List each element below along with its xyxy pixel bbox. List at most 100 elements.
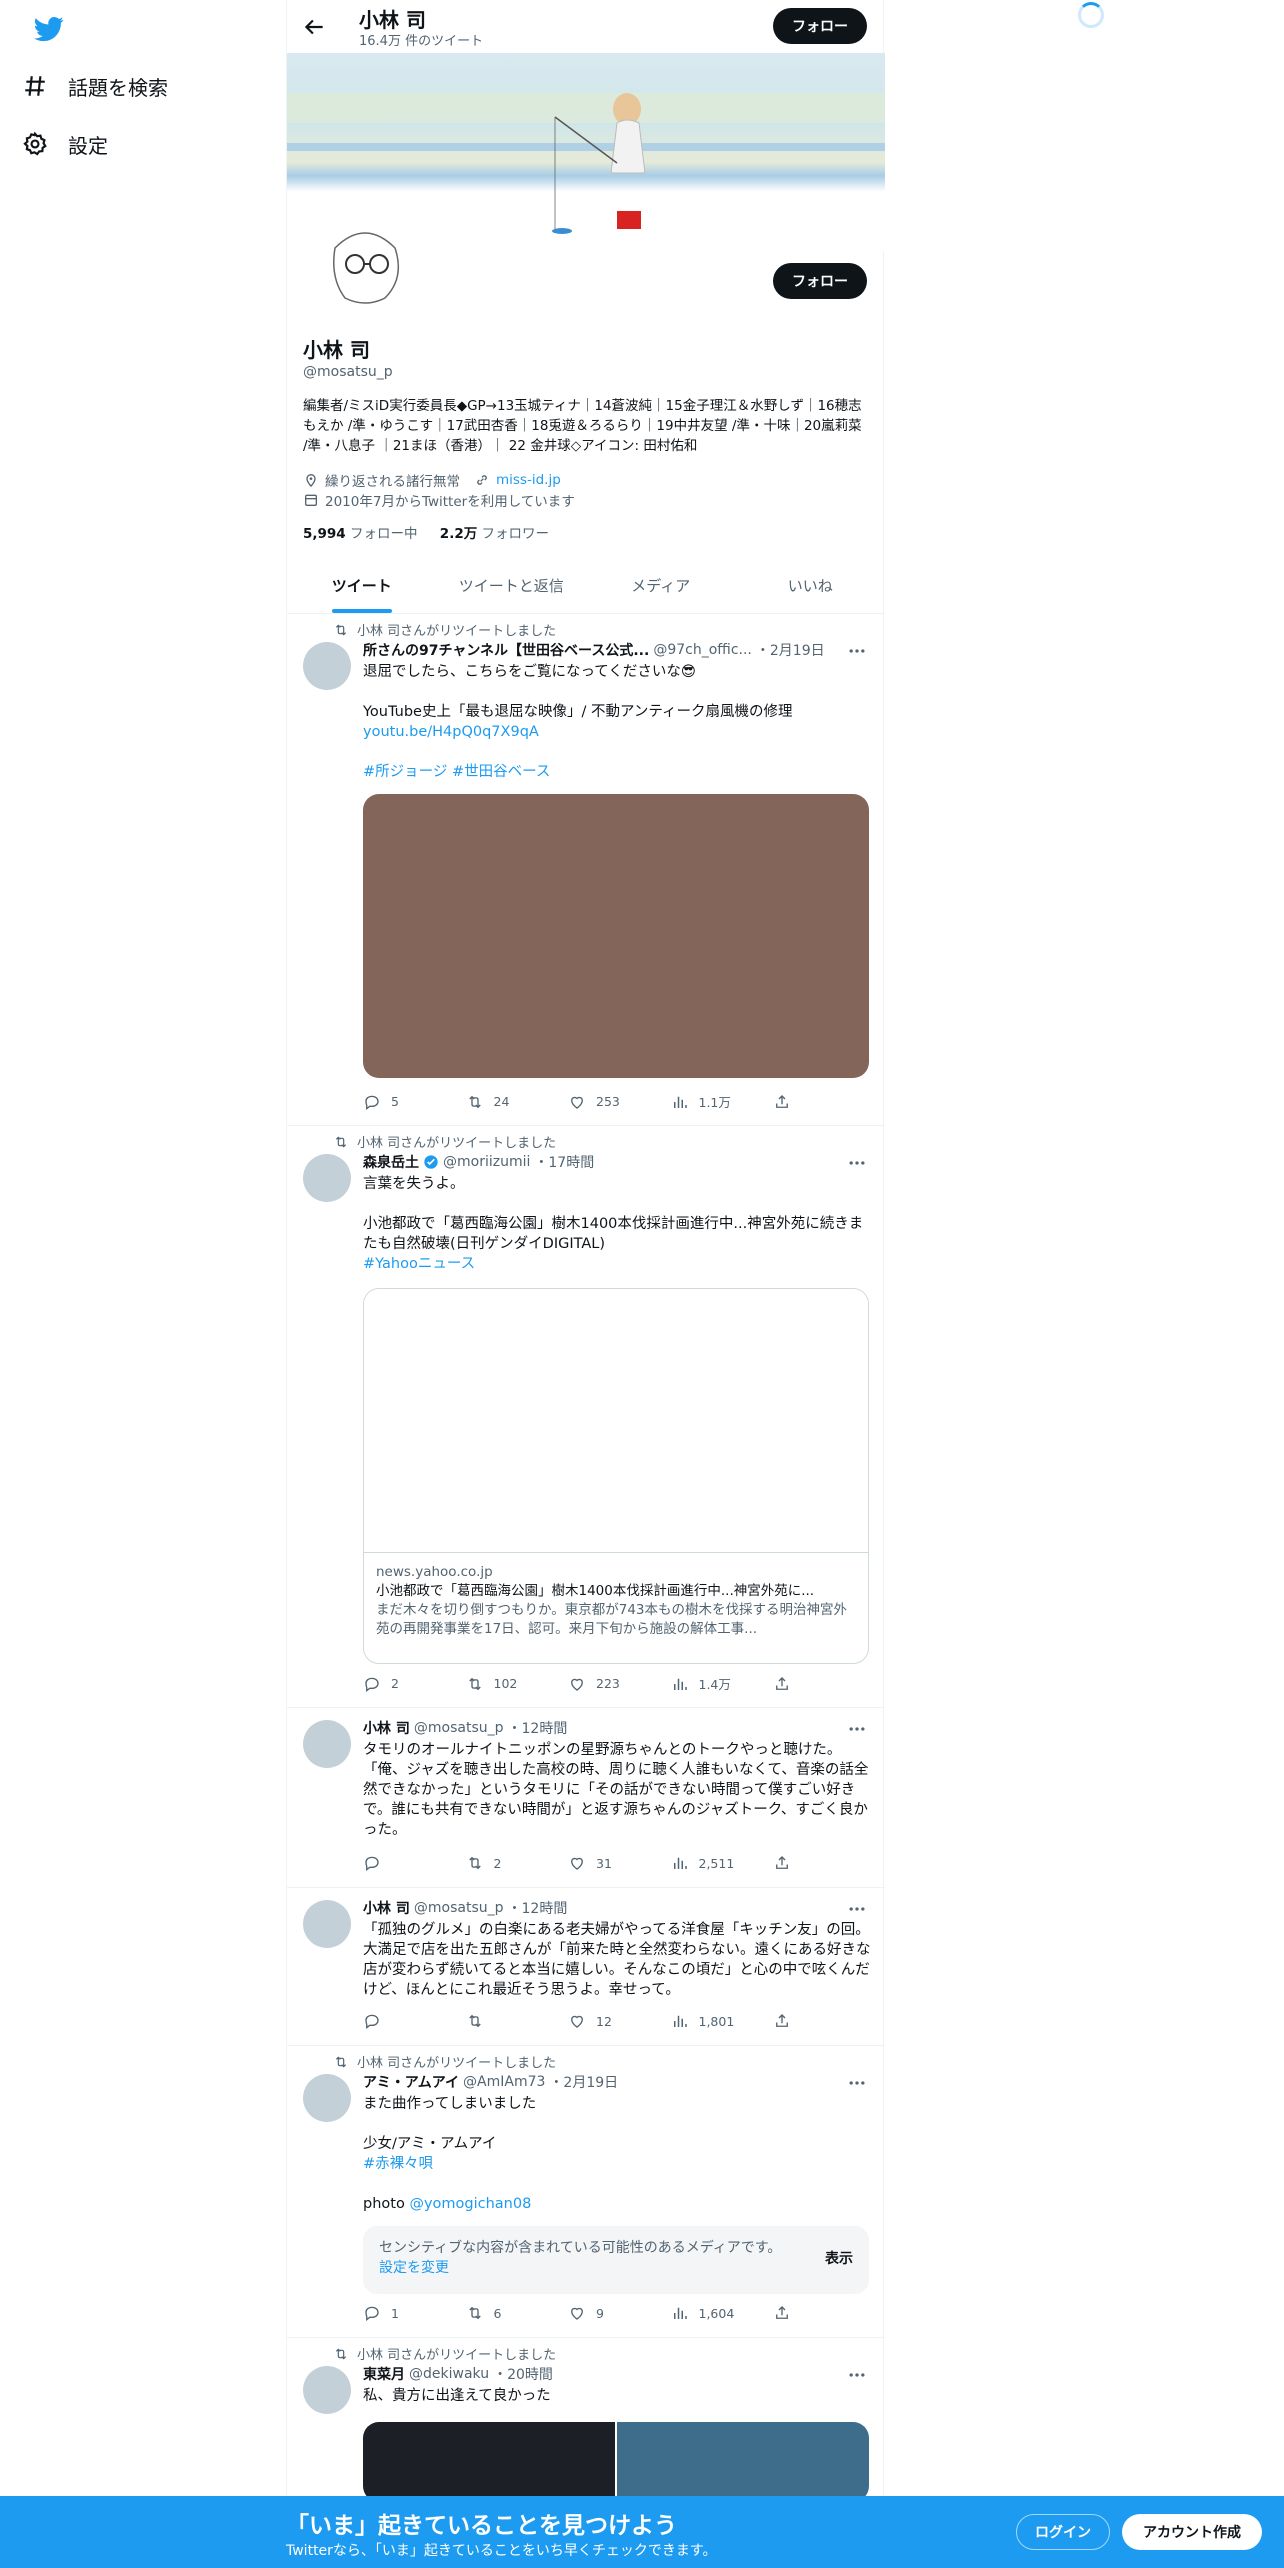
reply-button[interactable] — [363, 1854, 433, 1872]
tweet-author-name[interactable]: 所さんの97チャンネル【世田谷ベース公式... — [363, 640, 649, 660]
more-icon[interactable] — [847, 2365, 867, 2385]
tweet-author-handle[interactable]: @mosatsu_p — [414, 1720, 504, 1736]
tweet-time[interactable]: ・12時間 — [508, 1718, 568, 1738]
sensitive-media-notice: センシティブな内容が含まれている可能性のあるメディアです。設定を変更 表示 — [363, 2226, 869, 2294]
more-icon[interactable] — [847, 1153, 867, 1173]
signup-button[interactable]: アカウント作成 — [1122, 2514, 1262, 2550]
tweet-author-handle[interactable]: @moriizumii — [443, 1154, 530, 1170]
retweet-button[interactable]: 102 — [466, 1674, 536, 1693]
retweet-button[interactable]: 24 — [466, 1092, 536, 1111]
retweet-button[interactable]: 2 — [466, 1854, 536, 1872]
reply-button[interactable] — [363, 2012, 433, 2030]
tab-tweets[interactable]: ツイート — [287, 558, 437, 613]
share-button[interactable] — [773, 2012, 793, 2030]
tweet-time[interactable]: ・12時間 — [508, 1898, 568, 1918]
tweet-author-handle[interactable]: @dekiwaku — [409, 2366, 489, 2382]
media-image[interactable] — [617, 2422, 869, 2502]
followers-count: 2.2万 — [439, 526, 478, 542]
tweet[interactable]: 小林 司 @mosatsu_p ・12時間 タモリのオールナイトニッポンの星野源… — [287, 1708, 885, 1888]
avatar[interactable] — [303, 2366, 351, 2414]
tweet-author-name[interactable]: 小林 司 — [363, 1898, 410, 1918]
tweet-hashtags[interactable]: #Yahooニュース — [363, 1254, 871, 1274]
like-count: 12 — [596, 2013, 612, 2029]
more-icon[interactable] — [847, 2073, 867, 2093]
login-button[interactable]: ログイン — [1016, 2514, 1110, 2550]
reply-button[interactable]: 5 — [363, 1092, 433, 1111]
twitter-logo-icon[interactable] — [32, 14, 66, 44]
tweet[interactable]: 小林 司さんがリツイートしました 森泉岳土 @moriizumii ・17時間 … — [287, 1126, 885, 1708]
photo-credit-link[interactable]: @yomogichan08 — [409, 2196, 531, 2212]
views-button[interactable]: 1,604 — [671, 2304, 741, 2322]
share-button[interactable] — [773, 1854, 793, 1872]
avatar[interactable] — [303, 1154, 351, 1202]
tweet-author-name[interactable]: 小林 司 — [363, 1718, 410, 1738]
following-label: フォロー中 — [350, 526, 418, 542]
tweet-author-handle[interactable]: @mosatsu_p — [414, 1900, 504, 1916]
like-count: 31 — [596, 1855, 612, 1871]
retweet-button[interactable] — [466, 2012, 536, 2030]
share-button[interactable] — [773, 1674, 793, 1693]
tweet-author-name[interactable]: 東菜月 — [363, 2364, 405, 2384]
tweet-author-handle[interactable]: @AmIAm73 — [463, 2074, 545, 2090]
like-button[interactable]: 31 — [568, 1854, 638, 1872]
reply-button[interactable]: 1 — [363, 2304, 433, 2322]
avatar[interactable] — [303, 642, 351, 690]
avatar[interactable] — [303, 2074, 351, 2122]
views-button[interactable]: 1.4万 — [671, 1674, 741, 1693]
followers-link[interactable]: 2.2万 フォロワー — [440, 526, 549, 542]
avatar[interactable] — [303, 1900, 351, 1948]
tweet[interactable]: 小林 司さんがリツイートしました 東菜月 @dekiwaku ・20時間 私、貴… — [287, 2338, 885, 2502]
views-button[interactable]: 2,511 — [671, 1854, 741, 1872]
tweet-media-video[interactable] — [363, 794, 869, 1078]
share-button[interactable] — [773, 1092, 793, 1111]
tab-media[interactable]: メディア — [586, 558, 736, 613]
tweet-hashtags[interactable]: #所ジョージ #世田谷ベース — [363, 762, 871, 782]
media-image[interactable] — [363, 2422, 615, 2502]
like-count: 9 — [596, 2305, 604, 2321]
signup-banner-subtitle: Twitterなら、「いま」起きていることをいち早くチェックできます。 — [286, 2543, 717, 2559]
tab-tweets-and-replies[interactable]: ツイートと返信 — [437, 558, 587, 613]
tweet-time[interactable]: ・17時間 — [534, 1152, 594, 1172]
like-button[interactable]: 9 — [568, 2304, 638, 2322]
tweet-actions: 2 102 223 1.4万 — [363, 1674, 793, 1693]
following-link[interactable]: 5,994 フォロー中 — [303, 526, 418, 542]
tweet-time[interactable]: ・2月19日 — [549, 2072, 618, 2092]
tweet-media-grid[interactable] — [363, 2422, 869, 2502]
retweet-button[interactable]: 6 — [466, 2304, 536, 2322]
like-button[interactable]: 12 — [568, 2012, 638, 2030]
profile-avatar[interactable] — [301, 194, 441, 334]
tweet-hashtags[interactable]: #赤裸々唄 — [363, 2154, 871, 2174]
tweet-time[interactable]: ・2月19日 — [756, 640, 825, 660]
avatar[interactable] — [303, 1720, 351, 1768]
like-icon — [568, 1675, 586, 1693]
nav-settings-label: 設定 — [68, 133, 108, 158]
tweet-time[interactable]: ・20時間 — [493, 2364, 553, 2384]
change-settings-link[interactable]: 設定を変更 — [379, 2260, 449, 2276]
profile-follow-button[interactable]: フォロー — [773, 263, 867, 299]
show-media-button[interactable]: 表示 — [825, 2248, 853, 2268]
tab-likes[interactable]: いいね — [736, 558, 886, 613]
back-arrow-icon[interactable] — [301, 14, 327, 40]
tweet[interactable]: 小林 司さんがリツイートしました アミ・アムアイ @AmIAm73 ・2月19日… — [287, 2046, 885, 2338]
tweet-author-name[interactable]: アミ・アムアイ — [363, 2072, 459, 2092]
like-button[interactable]: 253 — [568, 1092, 638, 1111]
tweet[interactable]: 小林 司 @mosatsu_p ・12時間 「孤独のグルメ」の白楽にある老夫婦が… — [287, 1888, 885, 2046]
header-follow-button[interactable]: フォロー — [773, 8, 867, 44]
share-button[interactable] — [773, 2304, 793, 2322]
tweet-link[interactable]: youtu.be/H4pQ0q7X9qA — [363, 722, 871, 742]
reply-button[interactable]: 2 — [363, 1674, 433, 1693]
tweet-author-handle[interactable]: @97ch_offic... — [653, 642, 752, 658]
views-button[interactable]: 1,801 — [671, 2012, 741, 2030]
profile-website-link[interactable]: miss-id.jp — [496, 472, 561, 488]
views-button[interactable]: 1.1万 — [671, 1092, 741, 1111]
link-card[interactable]: news.yahoo.co.jp 小池都政で「葛西臨海公園」樹木1400本伐採計… — [363, 1288, 869, 1664]
nav-explore[interactable]: 話題を検索 — [22, 62, 168, 110]
tweet[interactable]: 小林 司さんがリツイートしました 所さんの97チャンネル【世田谷ベース公式...… — [287, 614, 885, 1126]
more-icon[interactable] — [847, 1719, 867, 1739]
like-button[interactable]: 223 — [568, 1674, 638, 1693]
more-icon[interactable] — [847, 641, 867, 661]
profile-meta-row: 繰り返される諸行無常 miss-id.jp — [303, 470, 561, 490]
more-icon[interactable] — [847, 1899, 867, 1919]
tweet-author-name[interactable]: 森泉岳土 — [363, 1152, 419, 1172]
nav-settings[interactable]: 設定 — [22, 120, 108, 168]
